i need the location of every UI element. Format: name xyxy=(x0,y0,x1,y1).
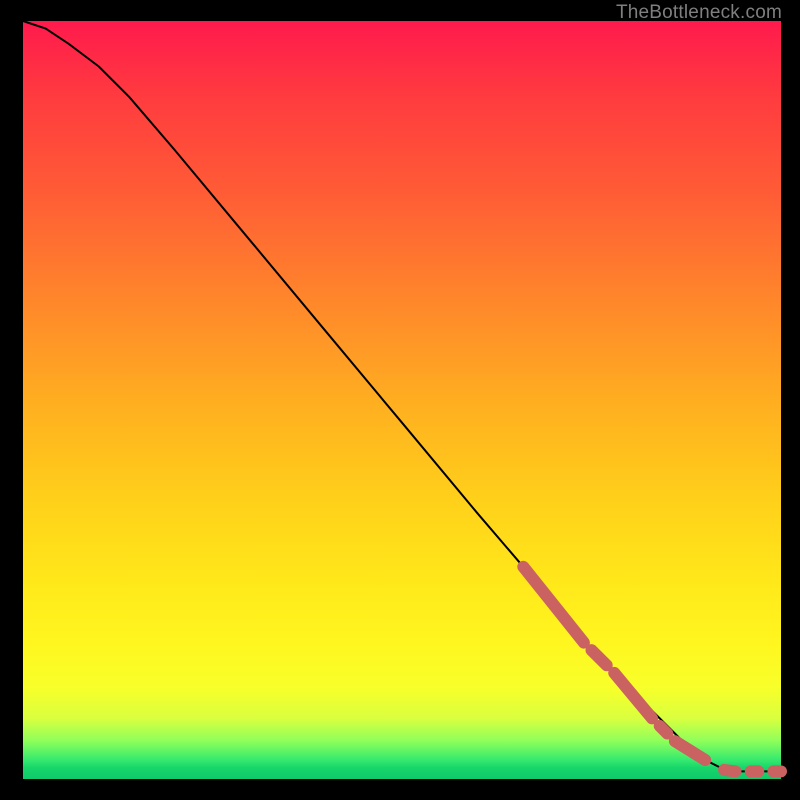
marker-capsule xyxy=(724,770,735,772)
chart-svg xyxy=(23,21,781,779)
marker-capsule xyxy=(592,650,607,665)
marker-capsule xyxy=(660,726,668,734)
curve-line xyxy=(23,21,781,771)
marker-group xyxy=(523,567,781,772)
marker-capsule xyxy=(523,567,584,643)
chart-stage: TheBottleneck.com xyxy=(0,0,800,800)
plot-area xyxy=(23,21,781,779)
marker-capsule xyxy=(675,741,705,760)
marker-capsule xyxy=(614,673,652,719)
